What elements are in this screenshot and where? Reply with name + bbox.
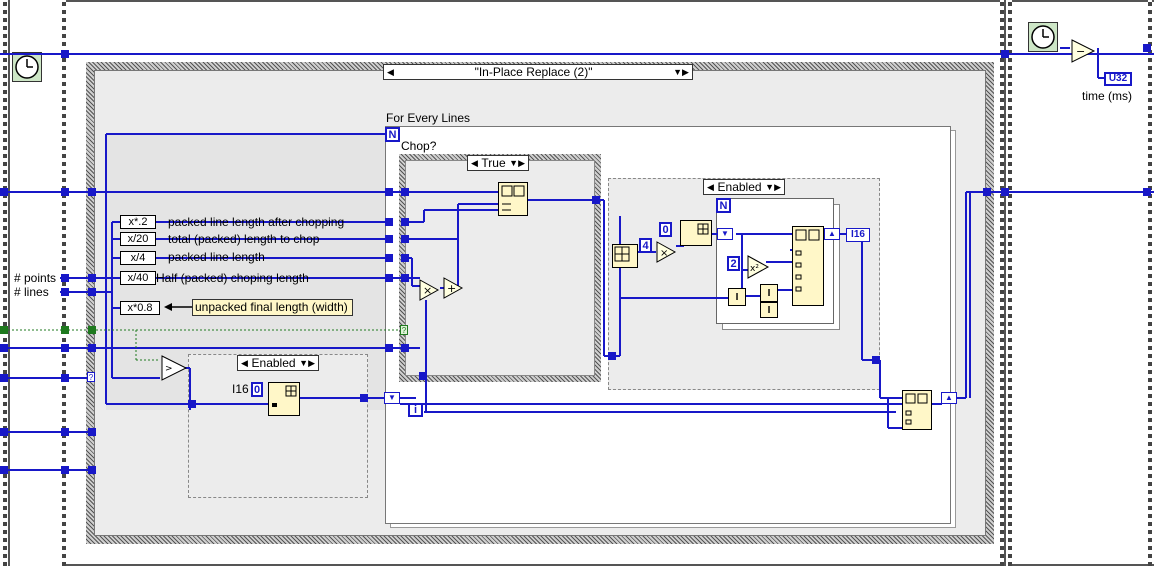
expression-label-0: packed line length after chopping bbox=[168, 215, 345, 229]
tunnel bbox=[0, 428, 8, 436]
constant-two[interactable]: 2 bbox=[727, 256, 740, 271]
tunnel bbox=[61, 188, 69, 196]
tunnel bbox=[385, 274, 393, 282]
array-subset-icon bbox=[501, 185, 525, 211]
tunnel bbox=[401, 274, 409, 282]
array-size-icon bbox=[614, 246, 630, 262]
tunnel bbox=[983, 188, 991, 196]
shift-register-right[interactable]: ▲ bbox=[941, 392, 957, 404]
tunnel bbox=[1143, 188, 1151, 196]
expression-node-1[interactable]: x/20 bbox=[120, 232, 156, 246]
expression-label-3: Half (packed) choping length bbox=[156, 271, 309, 285]
tunnel bbox=[188, 400, 196, 408]
constant-zero-left[interactable]: 0 bbox=[251, 382, 263, 397]
tunnel bbox=[88, 288, 96, 296]
points-label: # points bbox=[14, 271, 57, 285]
tunnel bbox=[0, 466, 8, 474]
replace-subset-icon bbox=[795, 229, 820, 292]
tunnel bbox=[419, 372, 427, 380]
case-selector-terminal: ? bbox=[400, 325, 408, 335]
array-icon bbox=[272, 385, 297, 407]
expression-label-2: packed line length bbox=[168, 250, 265, 264]
tunnel bbox=[401, 344, 409, 352]
index-node-a[interactable]: I bbox=[728, 288, 746, 306]
lines-label: # lines bbox=[14, 285, 49, 299]
replace-array-subset-node[interactable] bbox=[498, 182, 528, 216]
tunnel bbox=[61, 50, 69, 58]
array-icon bbox=[697, 223, 709, 235]
iteration-terminal[interactable]: i bbox=[408, 403, 423, 417]
add-node[interactable]: + bbox=[442, 276, 464, 300]
tunnel bbox=[385, 235, 393, 243]
tunnel bbox=[592, 196, 600, 204]
expression-node-2[interactable]: x/4 bbox=[120, 251, 156, 265]
tunnel bbox=[88, 274, 96, 282]
index-node-c[interactable]: I bbox=[760, 302, 778, 318]
i16-indicator: I16 bbox=[846, 228, 870, 242]
replace-subset-outer-icon bbox=[905, 393, 928, 425]
shift-register-left[interactable]: ▼ bbox=[384, 392, 400, 404]
tunnel bbox=[0, 188, 8, 196]
tunnel bbox=[401, 218, 409, 226]
tunnel bbox=[61, 374, 69, 382]
tunnel bbox=[61, 344, 69, 352]
tunnel bbox=[401, 254, 409, 262]
boolean-tunnel bbox=[0, 326, 8, 334]
expression-node-4[interactable]: x*0.8 bbox=[120, 301, 160, 315]
tunnel bbox=[401, 235, 409, 243]
tunnel bbox=[88, 188, 96, 196]
tunnel bbox=[88, 344, 96, 352]
tunnel bbox=[385, 188, 393, 196]
tunnel bbox=[88, 428, 96, 436]
tunnel bbox=[61, 288, 69, 296]
initialize-array-left[interactable] bbox=[268, 382, 300, 416]
i16-type-label: I16 bbox=[232, 382, 249, 396]
unpacked-width-tip: unpacked final length (width) bbox=[192, 299, 353, 316]
expression-node-3[interactable]: x/40 bbox=[120, 271, 156, 285]
tunnel bbox=[360, 394, 368, 402]
svg-text:x²: x² bbox=[750, 264, 759, 274]
tunnel bbox=[88, 466, 96, 474]
tunnel bbox=[61, 274, 69, 282]
boolean-tunnel bbox=[88, 326, 96, 334]
tunnel bbox=[1001, 50, 1009, 58]
case-selector-terminal-outer: ? bbox=[87, 372, 95, 382]
time-label: time (ms) bbox=[1082, 89, 1132, 103]
replace-subset-outer[interactable] bbox=[902, 390, 932, 430]
expression-node-0[interactable]: x*.2 bbox=[120, 215, 156, 229]
u32-indicator: U32 bbox=[1104, 72, 1132, 86]
constant-zero-right[interactable]: 0 bbox=[659, 222, 672, 237]
tunnel bbox=[1143, 44, 1151, 52]
inner-shift-register-left[interactable]: ▼ bbox=[717, 228, 733, 240]
svg-text:+: + bbox=[447, 282, 456, 295]
boolean-tunnel bbox=[61, 326, 69, 334]
array-size-node[interactable] bbox=[612, 244, 638, 268]
subtract-node[interactable]: − bbox=[1070, 38, 1096, 64]
tunnel bbox=[872, 356, 880, 364]
initialize-array-right[interactable] bbox=[680, 220, 712, 246]
expression-label-1: total (packed) length to chop bbox=[168, 232, 320, 246]
index-node-b[interactable]: I bbox=[760, 284, 778, 302]
svg-text:−: − bbox=[1076, 45, 1085, 58]
tunnel bbox=[385, 344, 393, 352]
select-node[interactable]: > bbox=[160, 354, 188, 382]
replace-subset-inner[interactable] bbox=[792, 226, 824, 306]
svg-text:×: × bbox=[660, 248, 668, 259]
inner-shift-register-right[interactable]: ▲ bbox=[824, 228, 840, 240]
tunnel bbox=[1001, 188, 1009, 196]
tunnel bbox=[385, 218, 393, 226]
constant-four[interactable]: 4 bbox=[639, 238, 652, 253]
tunnel bbox=[0, 374, 8, 382]
square-node[interactable]: x² bbox=[746, 254, 770, 280]
tunnel bbox=[61, 466, 69, 474]
divide-node[interactable]: × bbox=[655, 240, 677, 264]
svg-text:>: > bbox=[165, 364, 173, 374]
tunnel bbox=[608, 352, 616, 360]
svg-text:×: × bbox=[423, 284, 432, 297]
tunnel bbox=[385, 254, 393, 262]
multiply-node[interactable]: × bbox=[418, 278, 440, 302]
tunnel bbox=[401, 188, 409, 196]
tunnel bbox=[61, 428, 69, 436]
tunnel bbox=[0, 344, 8, 352]
